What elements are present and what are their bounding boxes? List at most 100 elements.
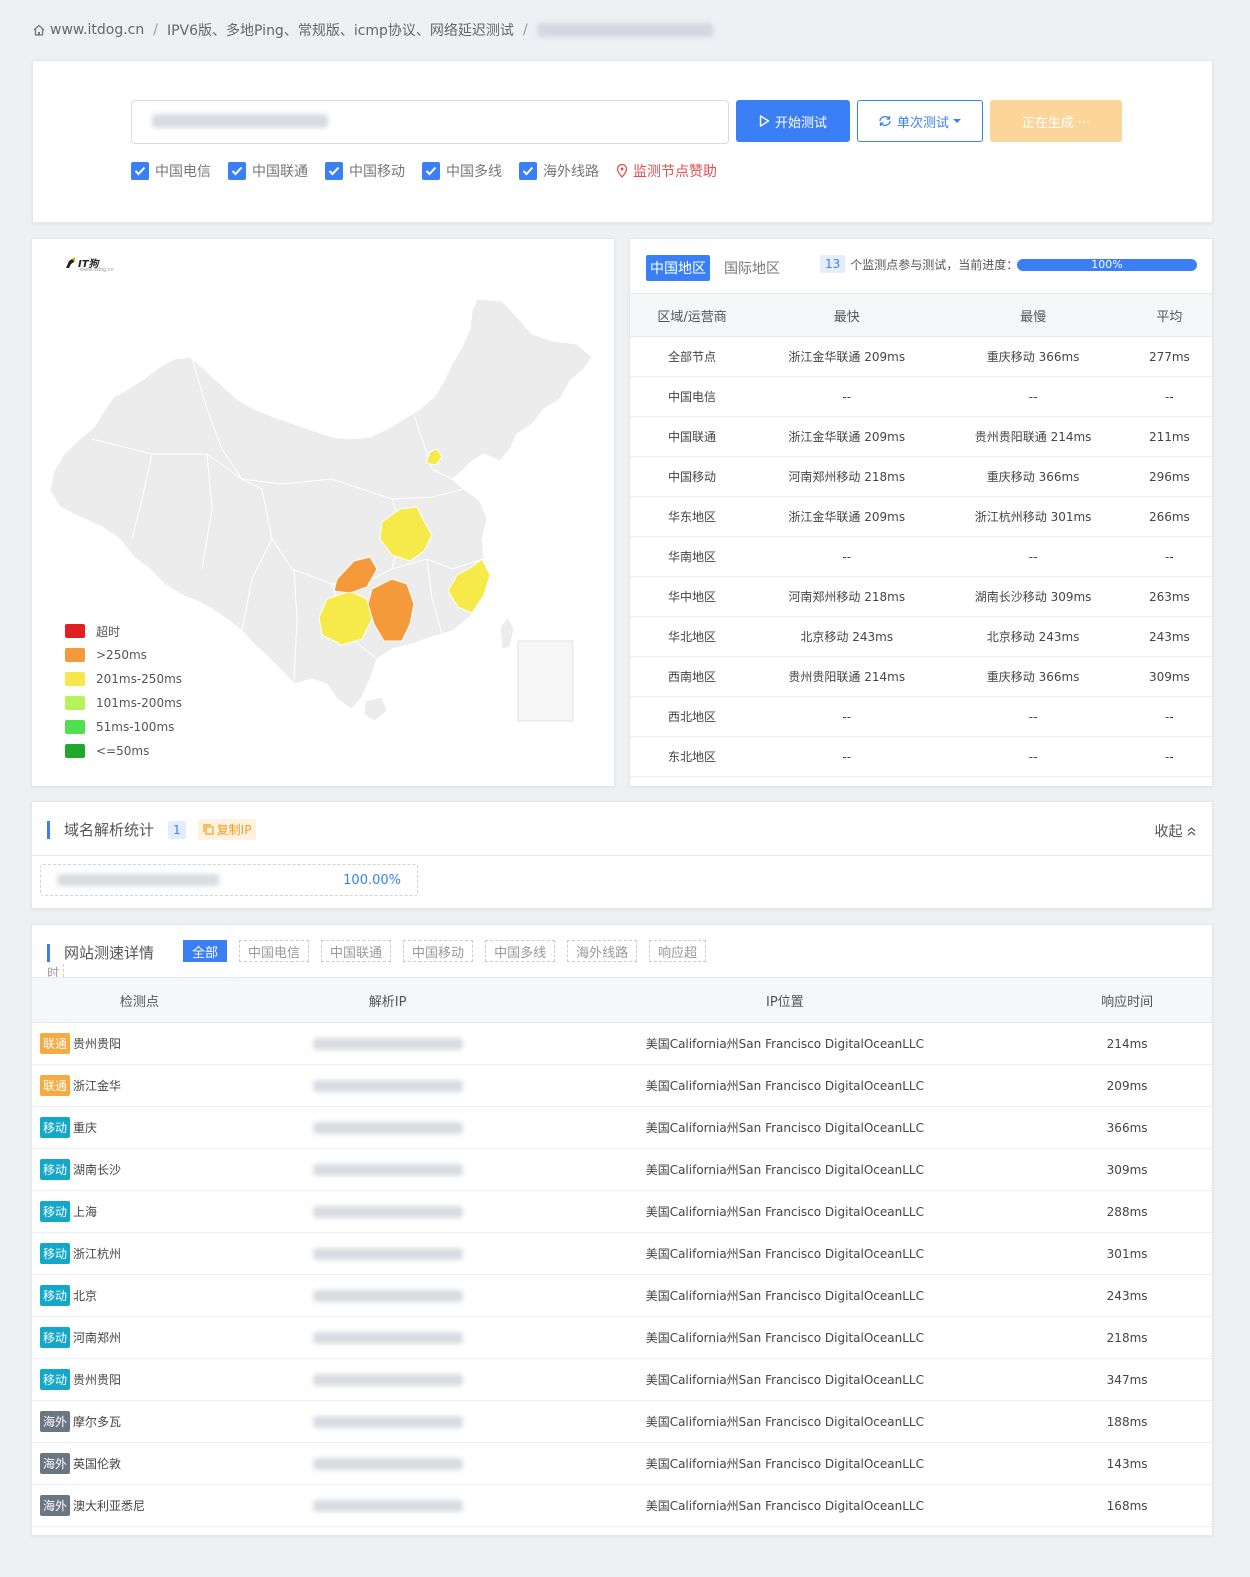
isp-badge: 移动 — [40, 1369, 71, 1390]
table-row: 华中地区 河南郑州移动 218ms 湖南长沙移动 309ms 263ms — [630, 576, 1212, 617]
checkbox-unicom[interactable]: 中国联通 — [228, 161, 308, 181]
node-name: 重庆 — [73, 1121, 98, 1135]
sponsor-link-label: 监测节点赞助 — [633, 164, 717, 180]
cell-region: 西北地区 — [630, 696, 755, 737]
progress-bar: 100% — [1017, 259, 1197, 271]
single-test-label: 单次测试 — [896, 115, 949, 131]
legend-item-under-50[interactable]: <=50ms — [65, 739, 182, 763]
legend-item-201-250[interactable]: 201ms-250ms — [65, 667, 182, 691]
filter-tab-unicom[interactable]: 中国联通 — [321, 940, 392, 962]
cell-average: -- — [1126, 736, 1212, 777]
cell-node: 移动 上海 — [32, 1190, 248, 1233]
latency-map-panel: IT狗 www.itdog.cn 超时 >250ms 201ms-250ms 1… — [31, 238, 615, 787]
isp-badge: 海外 — [40, 1453, 71, 1474]
cell-node: 海外 澳大利亚悉尼 — [32, 1484, 248, 1527]
node-name: 澳大利亚悉尼 — [73, 1499, 146, 1513]
cell-average: 243ms — [1126, 616, 1212, 657]
table-row: 海外 澳大利亚悉尼 美国California州San Francisco Digit… — [32, 1484, 1212, 1527]
checkbox-telecom[interactable]: 中国电信 — [131, 161, 211, 181]
cell-fastest: 北京移动 243ms — [754, 616, 940, 657]
copy-ip-button[interactable]: 复制IP — [197, 819, 257, 840]
sponsor-link[interactable]: 监测节点赞助 — [616, 161, 717, 181]
url-input[interactable] — [131, 100, 729, 144]
cell-response-time: 243ms — [1042, 1274, 1212, 1317]
cell-fastest: 浙江金华联通 209ms — [754, 336, 940, 377]
legend-item-over-250[interactable]: >250ms — [65, 643, 182, 667]
table-row: 西北地区 -- -- -- — [630, 696, 1212, 737]
cell-average: 309ms — [1126, 656, 1212, 697]
copy-icon — [203, 824, 214, 835]
isp-badge: 联通 — [40, 1075, 71, 1096]
cell-average: -- — [1126, 696, 1212, 737]
breadcrumb-page[interactable]: IPV6版、多地Ping、常规版、icmp协议、网络延迟测试 — [167, 20, 514, 40]
cell-average: -- — [1126, 376, 1212, 417]
table-row: 移动 浙江杭州 美国California州San Francisco Digital… — [32, 1232, 1212, 1275]
caret-down-icon — [953, 119, 961, 123]
legend-swatch — [65, 744, 85, 758]
checkbox-multiline[interactable]: 中国多线 — [422, 161, 502, 181]
cell-fastest: -- — [754, 536, 940, 577]
filter-tab-telecom[interactable]: 中国电信 — [239, 940, 310, 962]
dns-result-row[interactable]: 100.00% — [40, 864, 418, 896]
cell-average: 296ms — [1126, 456, 1212, 497]
cell-average: 266ms — [1126, 496, 1212, 537]
cell-slowest: -- — [939, 696, 1127, 737]
collapse-button[interactable]: 收起 — [1155, 821, 1196, 841]
checkbox-label: 中国多线 — [446, 164, 502, 180]
node-name: 贵州贵阳 — [73, 1037, 122, 1051]
start-test-button[interactable]: 开始测试 — [736, 100, 850, 142]
breadcrumb-site[interactable]: www.itdog.cn — [50, 22, 144, 38]
cell-fastest: -- — [754, 376, 940, 417]
filter-tab-multiline[interactable]: 中国多线 — [485, 940, 556, 962]
cell-average: 211ms — [1126, 416, 1212, 457]
speed-detail-table: 检测点 解析IP IP位置 响应时间 联通 贵州贵阳 美国California州Sa… — [32, 977, 1212, 1535]
single-test-dropdown-button[interactable]: 单次测试 — [857, 100, 983, 142]
table-row: 移动 贵州贵阳 美国California州San Francisco Digital… — [32, 1358, 1212, 1401]
filter-tab-timeout[interactable]: 响应超 — [649, 940, 707, 962]
cell-node: 移动 浙江杭州 — [32, 1232, 248, 1275]
search-panel: 开始测试 单次测试 正在生成 ··· 中国电信 中国联通 中国移动 中国多线 海… — [32, 60, 1213, 223]
cell-node: 海外 英国伦敦 — [32, 1442, 248, 1485]
home-icon[interactable] — [32, 23, 46, 37]
cell-response-time: 209ms — [1042, 1064, 1212, 1107]
tab-international[interactable]: 国际地区 — [720, 255, 784, 281]
breadcrumb-separator: / — [522, 22, 528, 38]
table-row: 全部节点 浙江金华联通 209ms 重庆移动 366ms 277ms — [630, 336, 1212, 377]
tab-china[interactable]: 中国地区 — [646, 255, 710, 281]
isp-filter-checkboxes: 中国电信 中国联通 中国移动 中国多线 海外线路 监测节点赞助 — [131, 161, 717, 181]
ip-redacted — [312, 1164, 463, 1176]
cell-resolved-ip — [247, 1106, 528, 1149]
col-header-resolved-ip: 解析IP — [247, 977, 528, 1023]
checkbox-overseas[interactable]: 海外线路 — [519, 161, 599, 181]
checkbox-checked-icon — [131, 162, 149, 180]
legend-item-101-200[interactable]: 101ms-200ms — [65, 691, 182, 715]
cell-resolved-ip — [247, 1400, 528, 1443]
filter-tab-overseas[interactable]: 海外线路 — [567, 940, 638, 962]
legend-item-timeout[interactable]: 超时 — [65, 619, 182, 643]
filter-tab-mobile[interactable]: 中国移动 — [403, 940, 474, 962]
checkbox-mobile[interactable]: 中国移动 — [325, 161, 405, 181]
filter-tab-all[interactable]: 全部 — [183, 940, 228, 962]
legend-label: 201ms-250ms — [96, 672, 183, 686]
play-icon — [759, 115, 770, 127]
cell-ip-location: 美国California州San Francisco DigitalOceanL… — [527, 1400, 1043, 1443]
location-pin-icon — [616, 164, 628, 178]
cell-slowest: 重庆移动 366ms — [939, 656, 1127, 697]
region-tabs: 中国地区 国际地区 — [646, 255, 794, 281]
cell-fastest: -- — [754, 696, 940, 737]
col-header-response-time: 响应时间 — [1042, 977, 1212, 1023]
section-accent-bar — [47, 820, 50, 839]
cell-fastest: 浙江金华联通 209ms — [754, 496, 940, 537]
region-stats-panel: 中国地区 国际地区 13 个监测点参与测试，当前进度： 100% 区域/运营商 … — [629, 238, 1213, 787]
cell-slowest: 湖南长沙移动 309ms — [939, 576, 1127, 617]
node-name: 浙江金华 — [73, 1079, 122, 1093]
legend-item-51-100[interactable]: 51ms-100ms — [65, 715, 182, 739]
table-row: 中国联通 浙江金华联通 209ms 贵州贵阳联通 214ms 211ms — [630, 416, 1212, 457]
cell-average: -- — [1126, 536, 1212, 577]
cell-fastest: 贵州贵阳联通 214ms — [754, 656, 940, 697]
monitor-count-text: 个监测点参与测试，当前进度： — [850, 257, 1019, 272]
ip-redacted — [312, 1038, 463, 1050]
cell-fastest: 浙江金华联通 209ms — [754, 416, 940, 457]
isp-badge: 联通 — [40, 1033, 71, 1054]
generating-button[interactable]: 正在生成 ··· — [990, 100, 1122, 142]
